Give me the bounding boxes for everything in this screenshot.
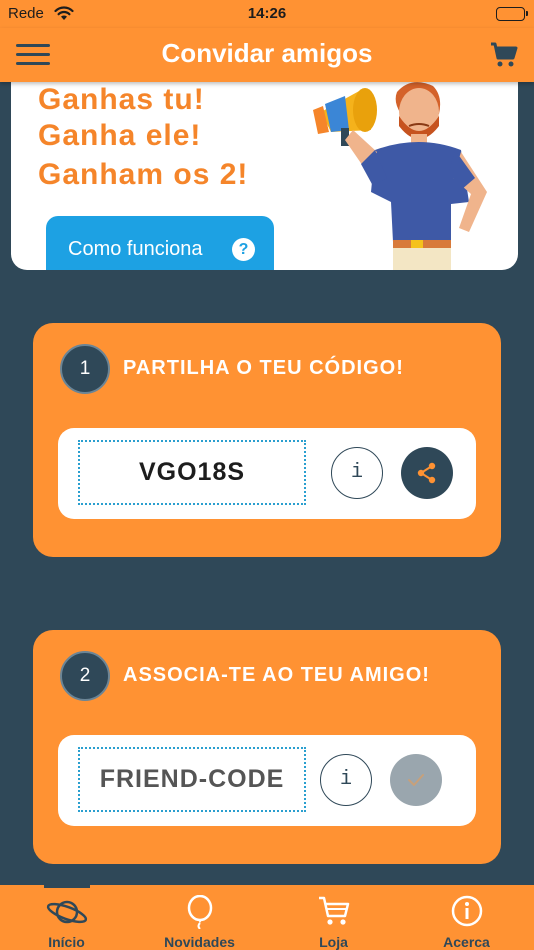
tab-bar: Início Novidades Loja Acerca xyxy=(0,885,534,950)
friend-code-input[interactable] xyxy=(78,747,306,812)
tab-acerca[interactable]: Acerca xyxy=(400,885,533,950)
help-icon: ? xyxy=(232,238,255,261)
how-it-works-label: Como funciona xyxy=(68,238,203,260)
step-card-associate-friend: 2 ASSOCIA-TE AO TEU AMIGO! i xyxy=(33,630,501,864)
tab-label: Novidades xyxy=(164,934,235,950)
info-circle-icon xyxy=(400,895,533,929)
share-icon xyxy=(417,462,436,484)
share-button[interactable] xyxy=(401,447,453,499)
planet-icon xyxy=(0,895,133,929)
code-panel: i xyxy=(58,735,476,826)
step-title: ASSOCIA-TE AO TEU AMIGO! xyxy=(123,664,430,686)
shopping-cart-icon[interactable] xyxy=(490,42,518,73)
step-number-badge: 1 xyxy=(60,344,110,394)
hero-line-2: Ganha ele! xyxy=(38,119,202,152)
megaphone-man-illustration xyxy=(301,82,511,270)
tab-loja[interactable]: Loja xyxy=(267,885,400,950)
balloon-icon xyxy=(133,894,266,930)
cart-icon xyxy=(267,895,400,929)
tab-inicio[interactable]: Início xyxy=(0,885,133,950)
tab-novidades[interactable]: Novidades xyxy=(133,885,266,950)
battery-icon xyxy=(496,7,528,21)
status-bar: Rede 14:26 xyxy=(0,0,534,28)
step-number-badge: 2 xyxy=(60,651,110,701)
tab-label: Acerca xyxy=(443,934,490,950)
confirm-friend-code-button[interactable] xyxy=(390,754,442,806)
page-title: Convidar amigos xyxy=(161,38,373,68)
navigation-bar: Convidar amigos xyxy=(0,28,534,82)
hero-line-3: Ganham os 2! xyxy=(38,158,249,191)
step-card-share-code: 1 PARTILHA O TEU CÓDIGO! VGO18S i xyxy=(33,323,501,557)
tab-label: Loja xyxy=(319,934,348,950)
code-panel: VGO18S i xyxy=(58,428,476,519)
step-title: PARTILHA O TEU CÓDIGO! xyxy=(123,357,404,379)
tab-label: Início xyxy=(48,934,85,950)
info-button[interactable]: i xyxy=(331,447,383,499)
how-it-works-button[interactable]: Como funciona ? xyxy=(46,216,274,270)
check-icon xyxy=(408,774,424,786)
info-button[interactable]: i xyxy=(320,754,372,806)
status-time: 14:26 xyxy=(247,5,287,22)
hero-line-1: Ganhas tu! xyxy=(38,83,205,116)
hero-banner: Ganhas tu! Ganha ele! Ganham os 2! Como … xyxy=(11,82,518,270)
referral-code-display[interactable]: VGO18S xyxy=(78,440,306,505)
